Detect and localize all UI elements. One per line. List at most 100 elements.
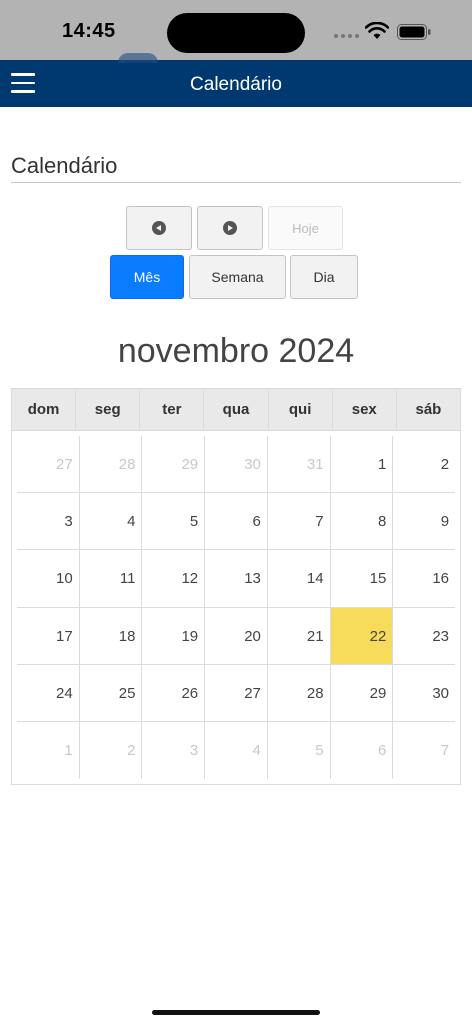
calendar-week-row: 10 11 12 13 14 15 16 (17, 550, 455, 608)
day-number: 6 (377, 741, 387, 759)
day-cell[interactable]: 25 (80, 664, 143, 721)
day-number: 4 (252, 741, 261, 759)
page-title: Calendário (11, 153, 118, 178)
weekday-label: seg (76, 389, 141, 430)
day-number: 16 (432, 570, 450, 588)
day-number: 29 (181, 456, 199, 473)
day-number: 28 (118, 456, 136, 473)
day-cell[interactable]: 2 (80, 721, 143, 780)
day-cell[interactable]: 17 (17, 607, 80, 664)
day-cell[interactable]: 14 (268, 550, 331, 607)
day-cell[interactable]: 6 (205, 493, 268, 550)
today-button[interactable]: Hoje (268, 206, 343, 250)
day-number: 27 (56, 456, 73, 473)
day-number: 7 (315, 513, 324, 531)
day-cell[interactable]: 28 (80, 436, 143, 493)
day-cell[interactable]: 29 (142, 436, 206, 493)
app-bar: Calendário (0, 60, 472, 107)
day-number: 22 (369, 627, 387, 645)
day-cell[interactable]: 7 (393, 722, 455, 779)
day-cell[interactable]: 30 (393, 665, 455, 721)
day-cell[interactable]: 1 (331, 436, 394, 493)
day-cell[interactable]: 15 (331, 550, 394, 607)
day-number: 24 (56, 684, 73, 702)
weekday-label: sex (333, 389, 397, 430)
day-cell[interactable]: 5 (268, 721, 331, 780)
logo-icon (118, 53, 158, 63)
day-cell[interactable]: 9 (393, 493, 455, 549)
day-cell[interactable]: 11 (80, 550, 143, 607)
day-number: 13 (244, 570, 261, 588)
week-view-button[interactable]: Semana (189, 255, 286, 299)
day-cell[interactable]: 7 (268, 493, 331, 550)
day-cell[interactable]: 10 (17, 550, 80, 607)
day-cell[interactable]: 8 (331, 493, 394, 550)
day-cell[interactable]: 12 (142, 550, 206, 607)
day-number: 19 (181, 627, 199, 645)
day-cell[interactable]: 29 (331, 664, 394, 721)
day-number: 1 (377, 456, 387, 473)
day-cell[interactable]: 27 (205, 664, 268, 721)
day-number: 10 (56, 570, 73, 588)
day-cell[interactable]: 30 (205, 436, 268, 493)
day-number: 25 (118, 684, 136, 702)
day-number: 27 (244, 684, 261, 702)
day-number: 21 (306, 627, 324, 645)
battery-icon (397, 24, 431, 40)
day-cell[interactable]: 3 (142, 721, 206, 780)
day-number: 7 (440, 741, 450, 759)
day-cell[interactable]: 6 (331, 721, 394, 780)
day-cell[interactable]: 28 (268, 664, 331, 721)
day-number: 4 (127, 513, 136, 531)
dynamic-island (167, 13, 305, 53)
calendar-week-row: 24 25 26 27 28 29 30 (17, 664, 455, 722)
day-cell[interactable]: 24 (17, 664, 80, 721)
heading-divider (11, 182, 461, 183)
day-cell[interactable]: 26 (142, 664, 206, 721)
app-bar-title: Calendário (190, 74, 282, 95)
day-number: 11 (119, 570, 136, 588)
next-month-button[interactable] (197, 206, 263, 250)
day-number: 15 (369, 570, 387, 588)
day-number: 3 (189, 741, 199, 759)
day-number: 28 (306, 684, 324, 702)
day-cell[interactable]: 27 (17, 436, 80, 493)
weekday-label: dom (12, 389, 77, 430)
day-number: 17 (56, 627, 73, 645)
day-cell-today[interactable]: 22 (330, 607, 394, 664)
day-number: 9 (440, 513, 450, 531)
day-number: 5 (315, 741, 324, 759)
chevron-left-circle-icon (152, 221, 166, 235)
day-cell[interactable]: 4 (205, 721, 268, 780)
day-number: 23 (432, 627, 450, 645)
day-number: 26 (181, 684, 199, 702)
weekday-label: ter (140, 389, 205, 430)
day-cell[interactable]: 3 (17, 493, 80, 550)
day-cell[interactable]: 5 (142, 493, 206, 550)
day-cell[interactable]: 20 (205, 607, 268, 664)
day-cell[interactable]: 16 (393, 550, 455, 606)
day-cell[interactable]: 18 (80, 607, 143, 664)
status-time: 14:45 (62, 20, 116, 42)
day-cell[interactable]: 31 (268, 436, 331, 493)
day-cell[interactable]: 13 (205, 550, 268, 607)
weekday-label: qui (269, 389, 333, 430)
day-number: 12 (181, 570, 199, 588)
day-number: 3 (64, 513, 73, 531)
month-view-button[interactable]: Mês (110, 255, 184, 299)
day-cell[interactable]: 21 (268, 607, 331, 664)
calendar-week-row: 3 4 5 6 7 8 9 (17, 493, 455, 551)
day-cell[interactable]: 4 (80, 493, 143, 550)
calendar-grid: 27 28 29 30 31 1 2 3 4 5 6 7 8 9 10 11 12 13 14 15 16 17 18 19 2… (17, 436, 455, 780)
day-cell[interactable]: 19 (142, 607, 206, 664)
day-number: 31 (306, 456, 324, 473)
previous-month-button[interactable] (126, 206, 192, 250)
day-cell[interactable]: 23 (393, 608, 455, 664)
weekday-label: qua (204, 389, 269, 430)
day-cell[interactable]: 2 (393, 436, 455, 492)
day-number: 14 (306, 570, 324, 588)
day-cell[interactable]: 1 (17, 721, 80, 780)
calendar-week-row: 27 28 29 30 31 1 2 (17, 436, 455, 494)
day-number: 18 (118, 627, 136, 645)
day-view-button[interactable]: Dia (290, 255, 358, 299)
